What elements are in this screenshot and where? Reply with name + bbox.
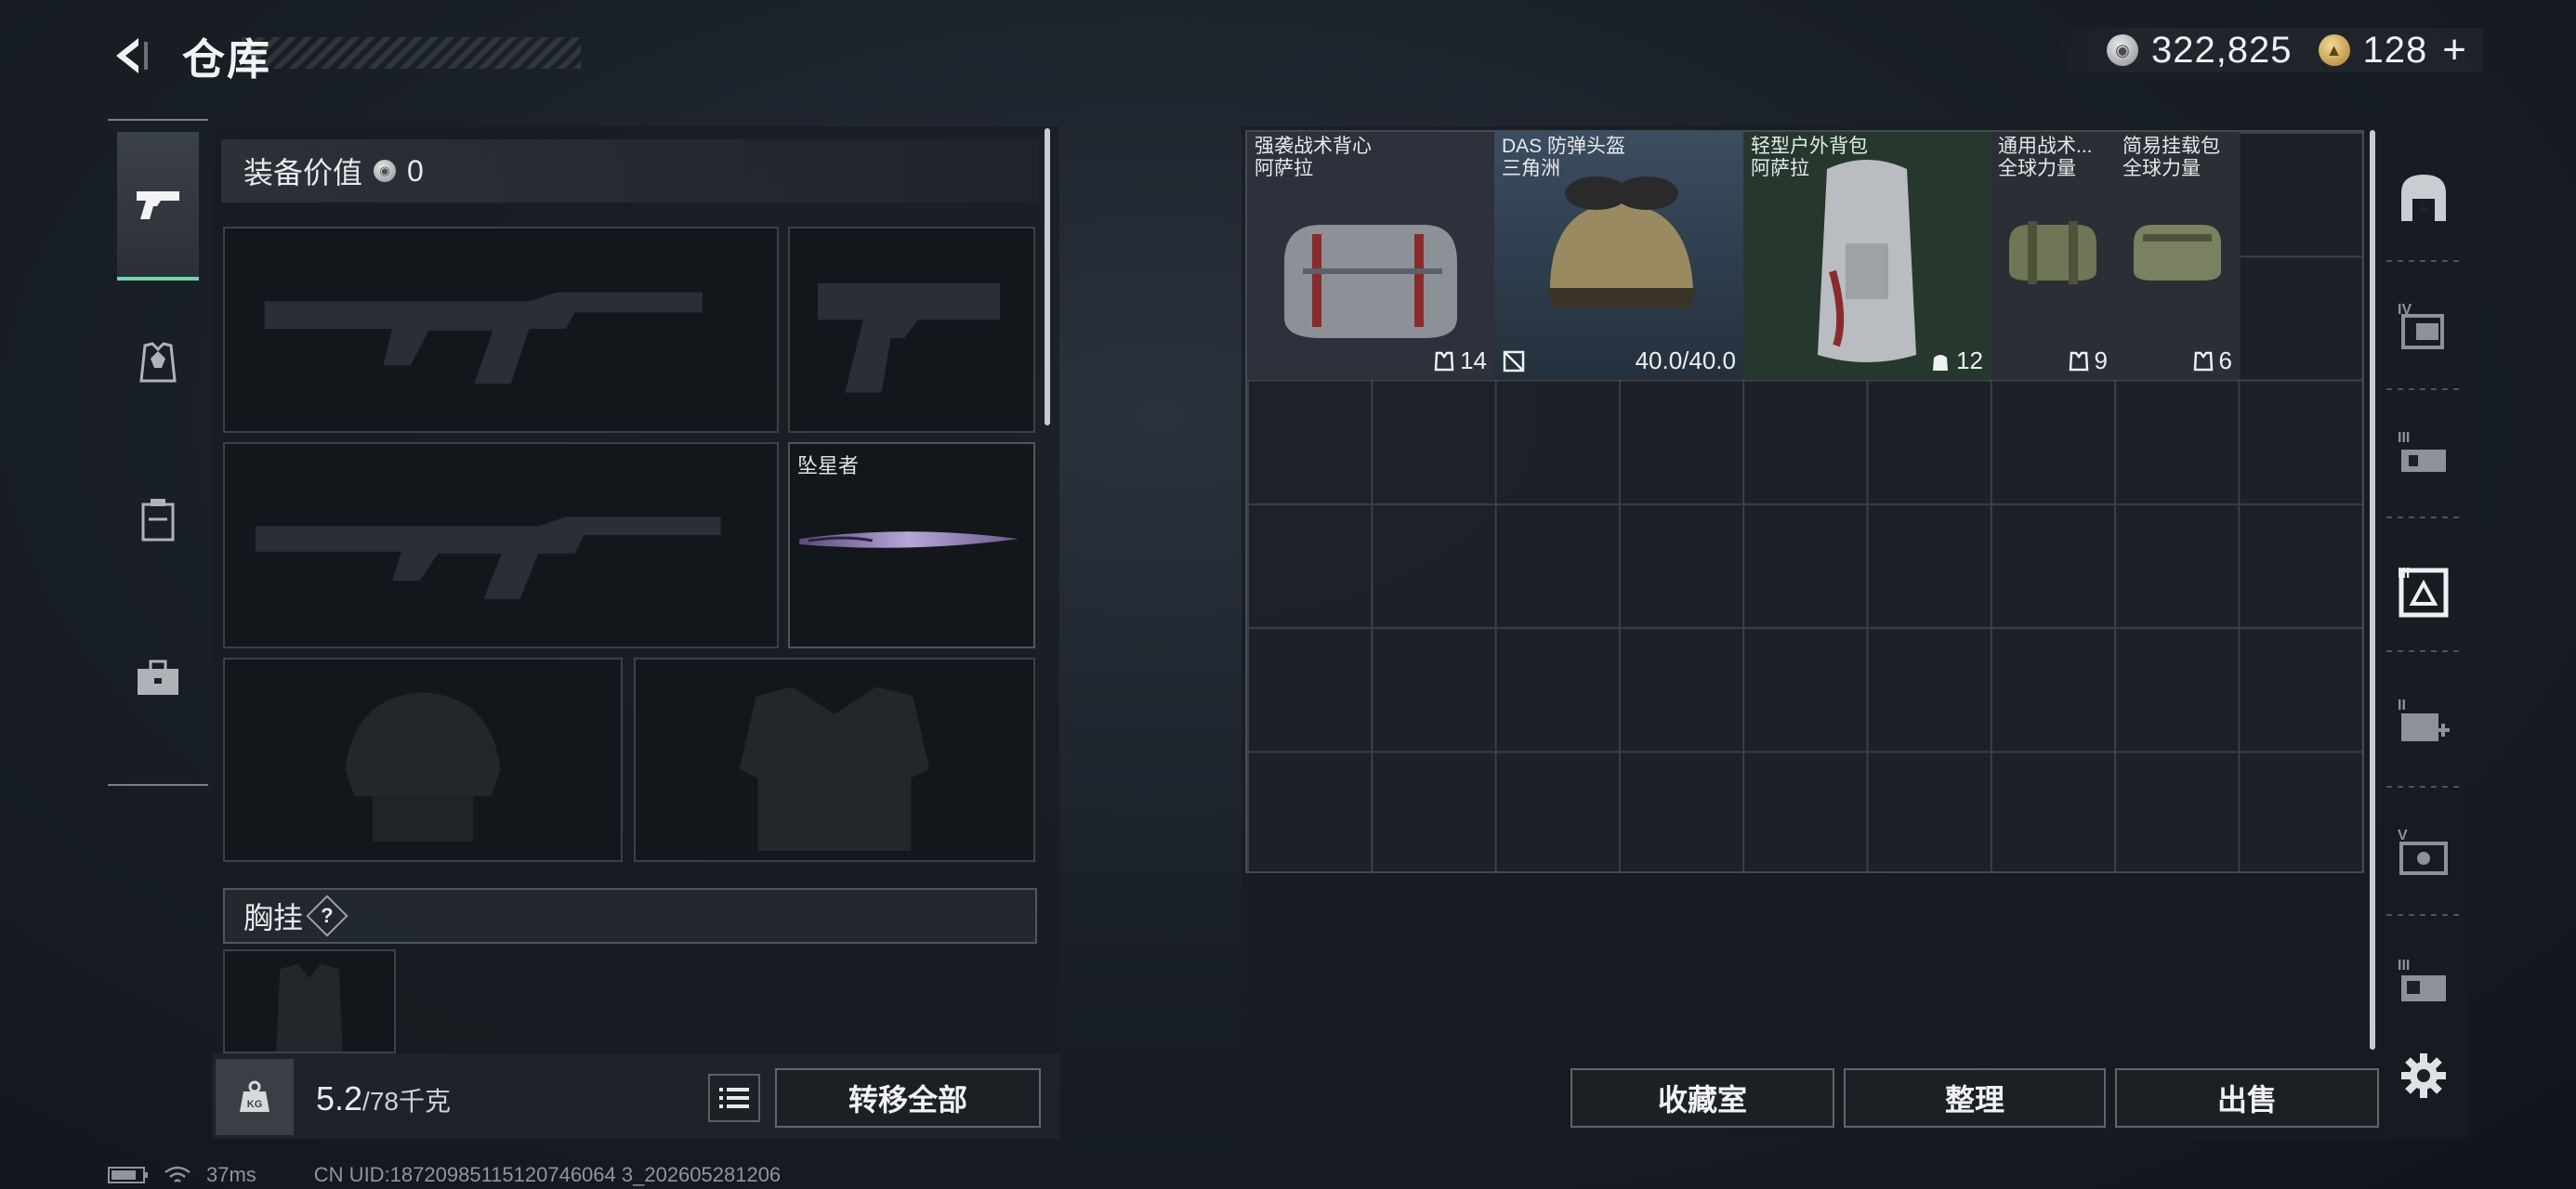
silver-amount: 322,825 (2150, 29, 2293, 71)
item-badge: 12 (1930, 346, 1983, 375)
container-tier-3-icon: III (2398, 430, 2446, 472)
list-view-button[interactable] (708, 1074, 760, 1122)
left-category-rail (108, 119, 208, 786)
svg-text:V: V (2398, 828, 2408, 843)
add-currency-button[interactable]: + (2442, 30, 2466, 71)
svg-text:KG: KG (247, 1099, 263, 1110)
storage-item[interactable]: 轻型户外背包 阿萨拉 12 (1743, 132, 1991, 379)
battery-icon (108, 1167, 148, 1183)
storage-item[interactable]: DAS 防弹头盔 三角洲 40.0/40.0 (1494, 132, 1743, 379)
sidearm-slot[interactable] (788, 227, 1035, 433)
equip-value-label: 装备价值 (243, 156, 363, 189)
weight-readout: 5.2/78千克 (316, 1079, 451, 1118)
title-decoration (242, 37, 581, 69)
item-name: 强袭战术背心 阿萨拉 (1255, 136, 1372, 179)
svg-text:III: III (2398, 958, 2410, 973)
help-icon[interactable]: ? (306, 895, 348, 937)
body-armor-slot[interactable] (634, 658, 1035, 862)
item-badge: 6 (2193, 346, 2232, 375)
wifi-icon (164, 1166, 191, 1182)
storage-tab-5[interactable]: V (2390, 817, 2457, 884)
storage-home-tab[interactable] (2390, 163, 2457, 230)
primary-weapon-slot[interactable] (223, 227, 779, 433)
rifle-silhouette-icon (264, 292, 703, 384)
settings-button[interactable] (2390, 1042, 2457, 1109)
storage-tab-4[interactable]: IV (2390, 292, 2457, 359)
rifle-silhouette-icon (255, 516, 721, 599)
helmet-slot[interactable] (223, 658, 623, 862)
item-name: 简易挂载包 全球力量 (2123, 136, 2220, 179)
vest-icon (1434, 351, 1454, 371)
storage-item[interactable]: 强袭战术背心 阿萨拉 14 (1247, 132, 1494, 379)
weight-icon: KG (216, 1059, 294, 1135)
container-tier-4-icon: IV (2398, 302, 2444, 349)
page-title: 仓库 (182, 35, 271, 84)
storage-tab-3-active[interactable]: III (2390, 557, 2457, 624)
collection-room-button[interactable]: 收藏室 (1571, 1068, 1834, 1128)
item-badge: 9 (2069, 346, 2108, 375)
container-tier-2-icon: II (2398, 698, 2450, 741)
vest-icon (2193, 351, 2213, 371)
sort-button[interactable]: 整理 (1844, 1068, 2106, 1128)
svg-text:II: II (2398, 698, 2406, 713)
warehouse-icon (2401, 175, 2446, 221)
item-badge: 14 (1434, 346, 1487, 375)
weight-current: 5.2 (316, 1079, 363, 1117)
storage-tab-2[interactable]: II (2390, 687, 2457, 754)
item-badge: 40.0/40.0 (1502, 346, 1736, 375)
chest-rig-slot[interactable] (223, 949, 396, 1053)
gold-amount: 128 (2362, 29, 2428, 71)
secondary-weapon-slot[interactable] (223, 442, 779, 648)
equipment-value-row: 装备价值 ◉ 0 (221, 139, 1039, 203)
storage-tab-3a[interactable]: III (2390, 420, 2457, 487)
storage-tab-3b[interactable]: III (2390, 947, 2457, 1014)
vest-icon (2069, 351, 2088, 371)
uid-readout: CN UID:18720985115120746064 3_2026052812… (313, 1163, 782, 1186)
list-icon (719, 1088, 749, 1108)
container-tier-3-selected-icon: III (2398, 566, 2449, 618)
currency-bar: ◉ 322,825 ▲ 128 + (2050, 28, 2483, 72)
item-name: 通用战术... 全球力量 (1998, 136, 2093, 179)
melee-name: 坠星者 (797, 454, 860, 477)
container-tier-5-icon: V (2398, 828, 2448, 875)
status-bar: 37ms CN UID:18720985115120746064 3_20260… (108, 1161, 781, 1189)
toolbox-icon (138, 660, 178, 695)
back-button[interactable] (102, 28, 158, 84)
storage-item[interactable]: 简易挂载包 全球力量 6 (2115, 132, 2240, 379)
silver-coin-icon: ◉ (2106, 34, 2138, 66)
item-name: 轻型户外背包 阿萨拉 (1751, 136, 1868, 179)
helmet-silhouette-icon (345, 692, 501, 843)
durability-icon (1503, 350, 1525, 372)
silver-coin-icon: ◉ (374, 160, 397, 182)
armor-silhouette-icon (739, 686, 930, 852)
tab-gear[interactable] (117, 288, 199, 437)
chest-rig-label: 胸挂 (243, 901, 304, 934)
rig-silhouette-icon (276, 963, 343, 1052)
tab-weapons[interactable] (117, 132, 199, 281)
pistol-silhouette-icon (817, 282, 1001, 393)
armor-icon (141, 499, 175, 542)
item-name: DAS 防弹头盔 三角洲 (1502, 136, 1626, 179)
transfer-all-button[interactable]: 转移全部 (775, 1068, 1041, 1128)
gear-vest-icon (139, 342, 177, 383)
tab-supplies[interactable] (117, 604, 199, 752)
ping-readout: 37ms (206, 1163, 256, 1186)
sell-button[interactable]: 出售 (2115, 1068, 2379, 1128)
equip-value: 0 (407, 153, 424, 188)
chest-rig-header: 胸挂 ? (223, 888, 1037, 944)
pistol-icon (137, 191, 179, 219)
container-tier-3b-icon: III (2398, 958, 2446, 1001)
storage-item[interactable]: 通用战术... 全球力量 9 (1991, 132, 2115, 379)
gold-coin-icon: ▲ (2318, 34, 2350, 66)
storage-scrollbar[interactable] (2370, 130, 2375, 1050)
melee-slot[interactable]: 坠星者 (788, 442, 1035, 648)
tab-armor[interactable] (117, 446, 199, 594)
svg-text:III: III (2398, 430, 2410, 446)
weight-max: /78千克 (362, 1087, 451, 1116)
gear-icon (2401, 1053, 2446, 1098)
backpack-icon (1933, 354, 1949, 371)
loadout-scrollbar[interactable] (1045, 128, 1050, 425)
back-arrow-icon (116, 38, 148, 73)
